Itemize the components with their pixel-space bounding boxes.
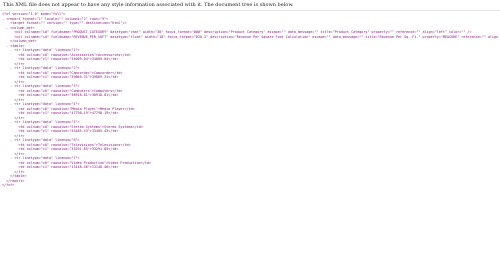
xml-notice-text: This XML file does not appear to have an… — [3, 2, 294, 8]
xml-notice-banner: This XML file does not appear to have an… — [0, 0, 500, 11]
xml-document-tree: <?xf version="1.0" mode="full"> - <report… — [2, 12, 498, 188]
xml-line: </fxf> — [2, 183, 15, 187]
xml-line: <col colname="id" fieldname="REVENUE_PER… — [2, 34, 498, 39]
xml-line: <col colname="id" fieldname="PRODUCT_CAT… — [2, 30, 472, 34]
